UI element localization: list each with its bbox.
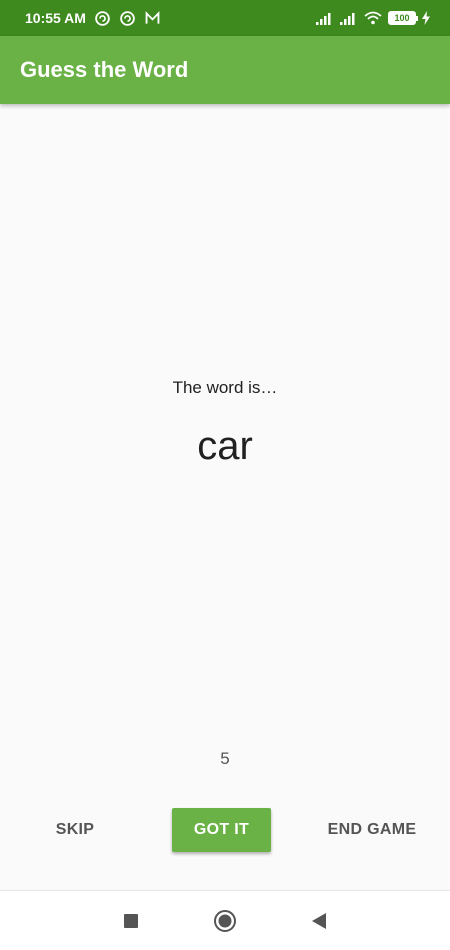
sync-icon — [95, 10, 110, 26]
current-word: car — [197, 424, 253, 468]
app-title: Guess the Word — [20, 57, 189, 82]
charging-icon — [422, 11, 430, 25]
status-left: 10:55 AM — [25, 10, 161, 27]
back-button[interactable] — [307, 909, 331, 933]
got-it-button[interactable]: GOT IT — [172, 808, 271, 852]
skip-button[interactable]: SKIP — [30, 808, 120, 852]
sync-icon — [120, 10, 135, 26]
home-icon — [214, 909, 236, 932]
back-icon — [312, 912, 326, 929]
navigation-bar — [0, 890, 450, 950]
wifi-icon — [364, 11, 382, 25]
status-right: 100 — [316, 11, 430, 25]
gmail-icon — [145, 10, 160, 24]
signal-icon — [340, 13, 355, 25]
word-label: The word is… — [172, 378, 278, 397]
battery-icon: 100 — [388, 11, 418, 25]
recents-button[interactable] — [119, 909, 143, 933]
home-button[interactable] — [213, 909, 237, 933]
status-bar: 10:55 AM 100 — [0, 0, 450, 36]
status-time: 10:55 AM — [25, 10, 86, 26]
game-screen: The word is… car 5 SKIP GOT IT END GAME — [0, 104, 450, 890]
signal-icon — [316, 13, 331, 25]
recents-icon — [124, 913, 138, 928]
end-game-button[interactable]: END GAME — [320, 808, 424, 852]
timer-count: 5 — [220, 749, 230, 768]
app-bar: Guess the Word — [0, 36, 450, 104]
